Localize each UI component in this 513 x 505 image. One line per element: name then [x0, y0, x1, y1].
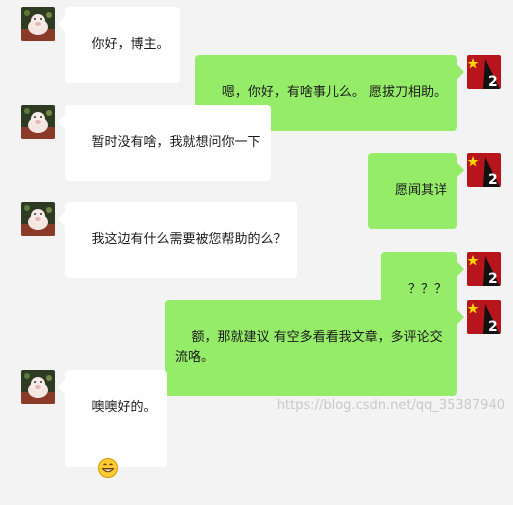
message-row: 暂时没有啥，我就想问你一下 — [21, 105, 271, 181]
message-row: 2 额，那就建议 有空多看看我文章，多评论交流咯。 — [165, 300, 501, 396]
avatar-badge: 2 — [488, 319, 498, 334]
pig-avatar[interactable] — [21, 370, 55, 404]
message-row: 你好，博主。 — [21, 7, 180, 83]
pig-avatar[interactable] — [21, 202, 55, 236]
message-text: 愿闻其详 — [394, 183, 447, 198]
message-text: 暂时没有啥，我就想问你一下 — [91, 135, 261, 150]
grinning-face-icon — [97, 418, 118, 478]
flag-avatar[interactable]: 2 — [467, 55, 501, 89]
message-text: 你好，博主。 — [91, 37, 170, 52]
message-bubble[interactable]: 噢噢好的。 — [65, 370, 167, 478]
message-text: 额，那就建议 有空多看看我文章，多评论交流咯。 — [175, 330, 443, 365]
message-text: 我这边有什么需要被您帮助的么？ — [91, 232, 287, 247]
avatar-badge: 2 — [488, 74, 498, 89]
message-bubble[interactable]: 我这边有什么需要被您帮助的么？ — [65, 202, 297, 278]
avatar-badge: 2 — [488, 172, 498, 187]
pig-avatar[interactable] — [21, 105, 55, 139]
flag-avatar[interactable]: 2 — [467, 153, 501, 187]
message-bubble[interactable]: 暂时没有啥，我就想问你一下 — [65, 105, 271, 181]
flag-avatar[interactable]: 2 — [467, 300, 501, 334]
message-bubble[interactable]: 额，那就建议 有空多看看我文章，多评论交流咯。 — [165, 300, 457, 396]
avatar-badge: 2 — [488, 271, 498, 286]
flag-avatar[interactable]: 2 — [467, 252, 501, 286]
watermark: https://blog.csdn.net/qq_35387940 — [276, 398, 505, 413]
message-text: ？？？ — [407, 282, 447, 297]
message-bubble[interactable]: 愿闻其详 — [368, 153, 457, 229]
message-text: 嗯，你好，有啥事儿么。 愿拔刀相助。 — [221, 85, 447, 100]
message-text: 噢噢好的。 — [91, 400, 157, 415]
message-bubble[interactable]: 你好，博主。 — [65, 7, 180, 83]
pig-avatar[interactable] — [21, 7, 55, 41]
message-row: 我这边有什么需要被您帮助的么？ — [21, 202, 297, 278]
message-row: 噢噢好的。 — [21, 370, 167, 478]
message-row: 2 愿闻其详 — [368, 153, 501, 229]
